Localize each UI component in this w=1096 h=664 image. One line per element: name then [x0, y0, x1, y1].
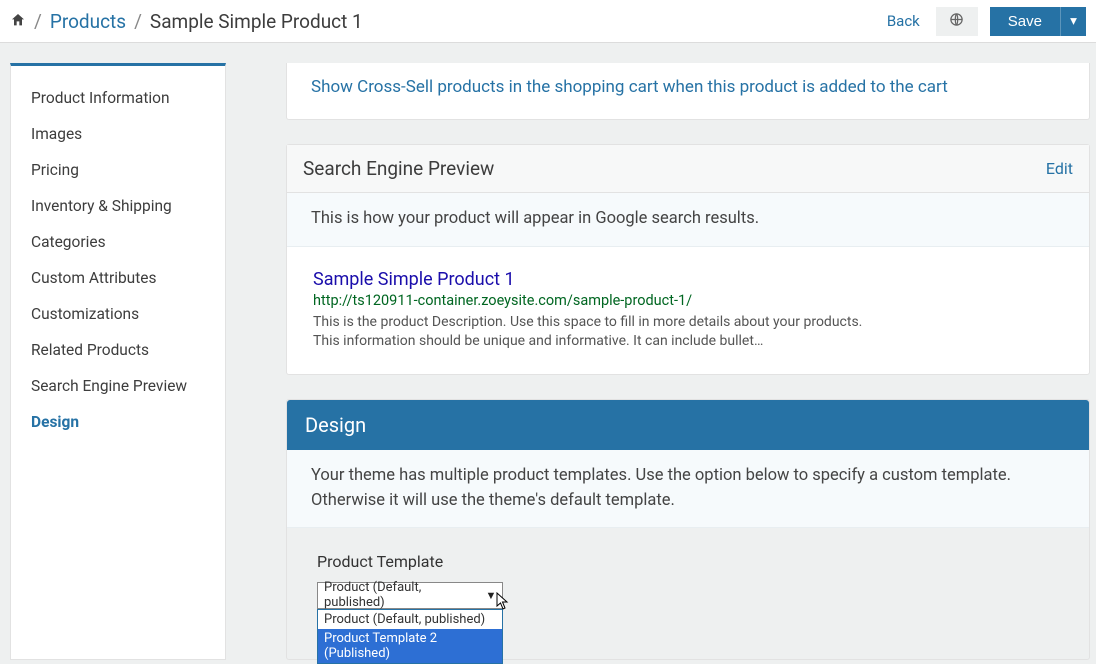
sidebar-item-customizations[interactable]: Customizations [11, 296, 225, 332]
breadcrumb-current: Sample Simple Product 1 [150, 10, 363, 33]
chevron-down-icon: ▼ [480, 589, 502, 602]
sidebar-nav: Product Information Images Pricing Inven… [10, 63, 226, 660]
sidebar-item-images[interactable]: Images [11, 116, 225, 152]
design-intro-text: Your theme has multiple product template… [287, 450, 1089, 529]
page-header: / Products / Sample Simple Product 1 Bac… [0, 0, 1096, 43]
caret-down-icon: ▾ [1070, 13, 1077, 29]
design-panel-title: Design [287, 400, 1089, 450]
back-link[interactable]: Back [887, 12, 920, 30]
product-template-dropdown: Product (Default, published) Product Tem… [317, 609, 503, 664]
home-icon[interactable] [10, 10, 26, 33]
seo-result-title: Sample Simple Product 1 [313, 269, 1063, 290]
product-template-label: Product Template [317, 552, 1059, 571]
sidebar-item-search-engine-preview[interactable]: Search Engine Preview [11, 368, 225, 404]
breadcrumb: / Products / Sample Simple Product 1 [10, 10, 363, 33]
globe-button[interactable] [936, 7, 978, 36]
cross-sell-panel: Show Cross-Sell products in the shopping… [286, 63, 1090, 120]
header-actions: Back Save ▾ [887, 7, 1086, 36]
sidebar-item-design[interactable]: Design [11, 404, 225, 440]
sidebar-item-inventory-shipping[interactable]: Inventory & Shipping [11, 188, 225, 224]
globe-icon [949, 12, 964, 30]
dropdown-option-template-2[interactable]: Product Template 2 (Published) [318, 629, 502, 663]
seo-intro-text: This is how your product will appear in … [287, 193, 1089, 247]
breadcrumb-separator: / [134, 10, 142, 33]
breadcrumb-products-link[interactable]: Products [50, 10, 126, 33]
design-panel: Design Your theme has multiple product t… [286, 399, 1090, 660]
breadcrumb-separator: / [34, 10, 42, 33]
save-dropdown-toggle[interactable]: ▾ [1060, 7, 1086, 36]
select-value: Product (Default, published) [318, 580, 480, 610]
sidebar-item-related-products[interactable]: Related Products [11, 332, 225, 368]
save-button-group: Save ▾ [990, 7, 1086, 36]
seo-preview-panel: Search Engine Preview Edit This is how y… [286, 144, 1090, 375]
seo-edit-link[interactable]: Edit [1046, 159, 1073, 178]
dropdown-option-default[interactable]: Product (Default, published) [318, 610, 502, 629]
cross-sell-link[interactable]: Show Cross-Sell products in the shopping… [311, 77, 948, 97]
sidebar-item-custom-attributes[interactable]: Custom Attributes [11, 260, 225, 296]
product-template-select[interactable]: Product (Default, published) ▼ Product (… [317, 582, 503, 609]
sidebar-item-pricing[interactable]: Pricing [11, 152, 225, 188]
seo-result-description: This is the product Description. Use thi… [313, 313, 873, 352]
seo-result-url: http://ts120911-container.zoeysite.com/s… [313, 292, 1063, 309]
seo-panel-title: Search Engine Preview [303, 157, 494, 180]
sidebar-item-product-information[interactable]: Product Information [11, 80, 225, 116]
save-button[interactable]: Save [990, 7, 1060, 36]
sidebar-item-categories[interactable]: Categories [11, 224, 225, 260]
